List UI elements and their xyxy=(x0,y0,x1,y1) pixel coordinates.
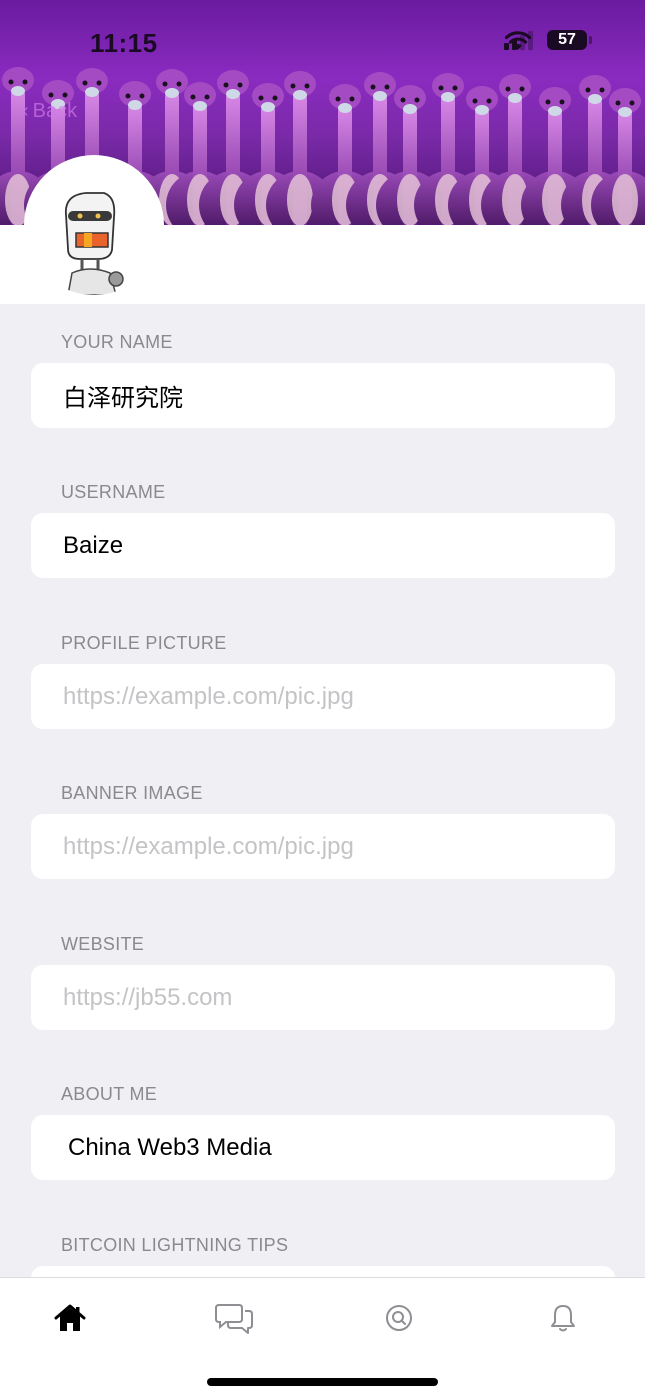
battery-icon: 57 xyxy=(547,30,592,50)
search-icon xyxy=(386,1305,412,1331)
robot-avatar-icon xyxy=(64,192,124,295)
profile-picture-label: PROFILE PICTURE xyxy=(61,633,227,653)
tab-home[interactable] xyxy=(50,1298,90,1338)
tab-messages[interactable] xyxy=(214,1298,254,1338)
profile-picture-input[interactable] xyxy=(61,681,585,712)
username-label: USERNAME xyxy=(61,482,166,502)
avatar[interactable] xyxy=(24,155,164,295)
home-icon xyxy=(54,1304,86,1331)
back-label: Back xyxy=(32,100,78,122)
status-indicators: 57 xyxy=(504,30,592,50)
your-name-label: YOUR NAME xyxy=(61,332,173,352)
about-me-label: ABOUT ME xyxy=(61,1084,158,1104)
chevron-left-icon: ‹ xyxy=(22,100,29,122)
chat-bubbles-icon xyxy=(215,1304,253,1334)
tab-notifications[interactable] xyxy=(543,1298,583,1338)
home-indicator xyxy=(207,1378,438,1386)
about-me-field[interactable]: China Web3 Media xyxy=(31,1115,615,1180)
wifi-icon xyxy=(504,31,532,50)
your-name-field[interactable] xyxy=(31,363,615,428)
banner-image-label: BANNER IMAGE xyxy=(61,783,203,803)
lightning-tips-label: BITCOIN LIGHTNING TIPS xyxy=(61,1235,289,1255)
status-time: 11:15 xyxy=(90,28,158,58)
about-me-text[interactable]: China Web3 Media xyxy=(61,1134,272,1162)
bell-icon xyxy=(551,1305,575,1332)
tab-search[interactable] xyxy=(379,1298,419,1338)
username-field[interactable] xyxy=(31,513,615,578)
your-name-input[interactable] xyxy=(61,380,585,411)
banner-image-input[interactable] xyxy=(61,831,585,862)
username-input[interactable] xyxy=(61,530,585,561)
website-field[interactable] xyxy=(31,965,615,1030)
back-button[interactable]: ‹ Back xyxy=(22,100,77,123)
website-input[interactable] xyxy=(61,982,585,1013)
banner-image-field[interactable] xyxy=(31,814,615,879)
profile-picture-field[interactable] xyxy=(31,664,615,729)
website-label: WEBSITE xyxy=(61,934,145,954)
